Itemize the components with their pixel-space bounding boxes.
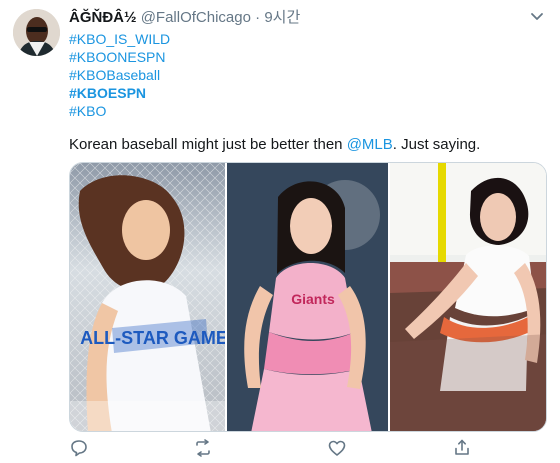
separator-dot: · — [255, 9, 261, 26]
avatar-image — [13, 9, 60, 56]
tweet-text: Korean baseball might just be better the… — [69, 136, 480, 154]
photo-2[interactable]: Giants — [227, 163, 388, 431]
tweet: ÂĞŇĐÂ½ @FallOfChicago · 9시간 #KBO_IS_WILD… — [0, 0, 560, 463]
hashtag-kboonespn[interactable]: #KBOONESPN — [69, 48, 170, 66]
heart-icon[interactable] — [327, 438, 347, 458]
tweet-timestamp[interactable]: 9시간 — [264, 9, 300, 26]
tweet-header: ÂĞŇĐÂ½ @FallOfChicago · 9시간 — [69, 9, 300, 27]
user-handle[interactable]: @FallOfChicago — [141, 9, 251, 26]
mention-link[interactable]: @MLB — [347, 136, 393, 153]
jersey-text: Giants — [291, 291, 335, 307]
tweet-text-end: . Just saying. — [392, 136, 481, 153]
media-grid[interactable]: ALL-STAR GAME Giants — [69, 162, 547, 432]
hashtag-kboespn[interactable]: #KBOESPN — [69, 84, 170, 102]
tweet-actions — [69, 438, 547, 460]
hashtag-kbo[interactable]: #KBO — [69, 102, 170, 120]
photo-1[interactable]: ALL-STAR GAME — [70, 163, 225, 431]
hashtag-kbo-is-wild[interactable]: #KBO_IS_WILD — [69, 30, 170, 48]
avatar[interactable] — [13, 9, 60, 56]
chevron-down-icon[interactable] — [528, 10, 546, 24]
retweet-icon[interactable] — [193, 438, 213, 458]
jersey-text: ALL-STAR GAME — [80, 328, 225, 348]
hashtag-kbobaseball[interactable]: #KBOBaseball — [69, 66, 170, 84]
reply-icon[interactable] — [69, 438, 89, 458]
share-icon[interactable] — [452, 438, 472, 458]
photo-3[interactable] — [390, 163, 546, 431]
display-name[interactable]: ÂĞŇĐÂ½ — [69, 9, 137, 26]
hashtags: #KBO_IS_WILD #KBOONESPN #KBOBaseball #KB… — [69, 30, 170, 120]
tweet-text-start: Korean baseball might just be better the… — [69, 136, 347, 153]
